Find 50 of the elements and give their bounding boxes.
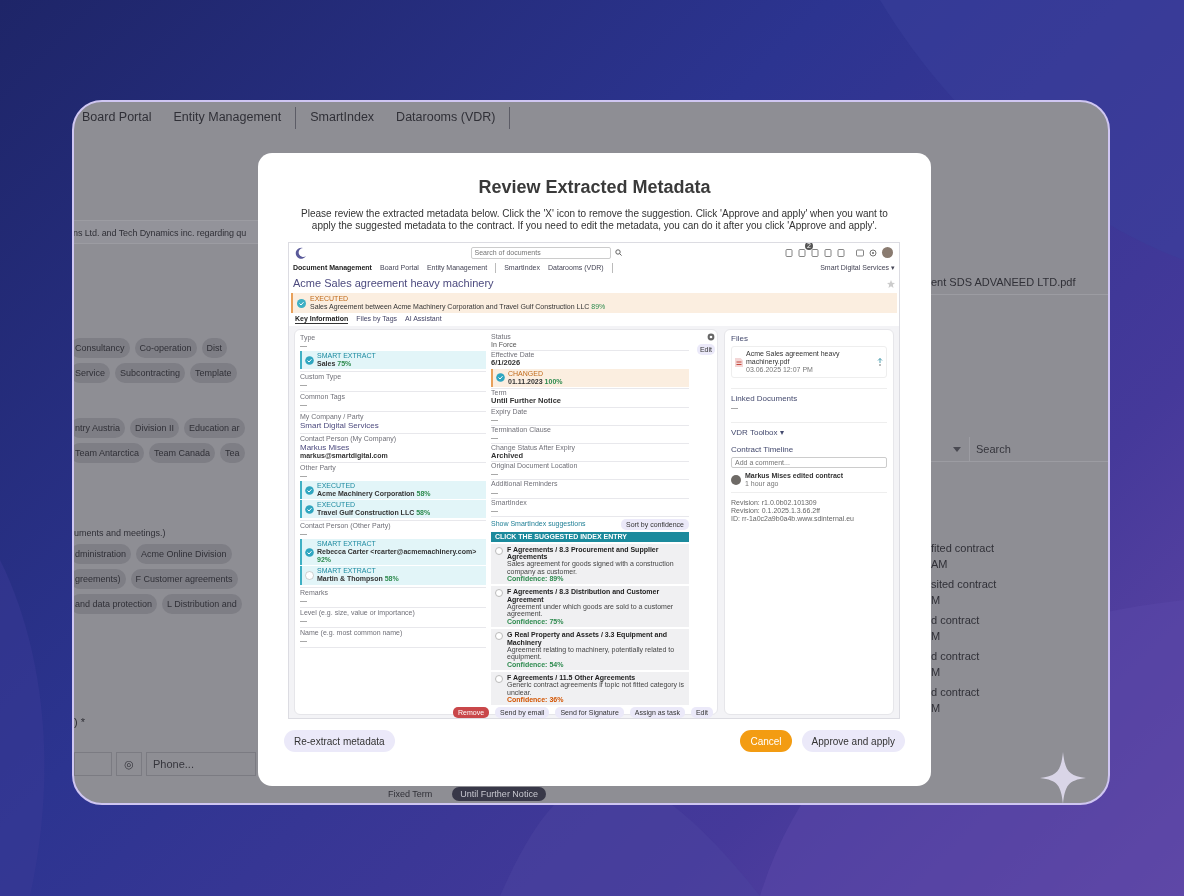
field-value: Markus Mises [300,442,350,452]
timeline-time: AM [931,556,949,572]
timeline-time: M [931,664,942,680]
timeline-entry: d contract [931,649,981,664]
tag-chip[interactable]: Team Canada [149,443,216,463]
file-name: ent SDS ADVANEED LTD.pdf [931,269,1108,295]
tag-chip[interactable]: dministration [74,543,132,564]
search-field[interactable]: Search [969,436,1108,462]
timeline-time: M [931,700,942,716]
timeline-time: M [931,628,942,644]
document-title: Acme Sales agreement heavy machinery [293,277,494,290]
nav-link[interactable]: Datarooms (VDR) [396,108,496,127]
tag-chip[interactable]: Co-operation [134,338,197,358]
hint-text: uments and meetings.) [74,527,167,540]
option-chip[interactable]: Fixed Term [380,787,441,801]
tag-chip[interactable]: F Customer agreements [130,568,238,589]
tag-chip[interactable]: Consultancy [74,338,130,358]
tag-chip[interactable]: ntry Austria [74,418,126,438]
phone-field[interactable]: Phone... [146,752,256,776]
dialog-title: Review Extracted Metadata [478,176,711,199]
tag-chip[interactable]: Tea [220,443,245,463]
field-label: ) * [74,714,86,730]
timeline-time: M [931,592,942,608]
section-title: Files [731,334,749,344]
icon-button[interactable]: ◎ [116,752,142,776]
dialog-description: Please review the extracted metadata below. Click the 'X' icon to remove the suggestion. Click 'Approve and apply' when you want to apply the suggested metadata to the contract. If you need to edit the metadata, you can do it after you click 'Approve and apply'. [300,208,889,231]
nav-link[interactable]: Entity Management [173,108,282,127]
field-value: Smart Digital Services [300,421,380,431]
nav-link[interactable]: Board Portal [82,108,152,127]
toolbox-toggle[interactable]: VDR Toolbox ▾ [731,427,887,437]
action-button[interactable]: Re-extract metadata [284,730,395,752]
timeline-entry: sited contract [931,577,998,592]
tag-chip[interactable]: and data protection [74,593,158,614]
section-title: Contract Timeline [731,444,795,454]
tag-chip[interactable]: Subcontracting [115,363,186,383]
tag-chip[interactable]: Dist [201,338,228,358]
tag-chip[interactable]: Acme Online Division [136,543,232,564]
section-title: Linked Documents [731,394,799,404]
tag-chip[interactable]: Team Antarctica [74,443,145,463]
tag-chip[interactable]: greements) [74,568,126,589]
action-button[interactable]: Approve and apply [801,730,905,752]
option-chip[interactable]: Until Further Notice [452,787,546,801]
tag-chip[interactable]: Template [190,363,237,383]
timeline-entry: fited contract [931,541,995,556]
tag-chip[interactable]: L Distribution and [162,593,242,614]
timeline-entry: d contract [931,685,981,700]
timeline-entry: d contract [931,613,981,628]
nav-link[interactable]: SmartIndex [310,108,375,127]
tag-chip[interactable]: Service [74,363,110,383]
tag-chip[interactable]: Education ar [184,418,245,438]
